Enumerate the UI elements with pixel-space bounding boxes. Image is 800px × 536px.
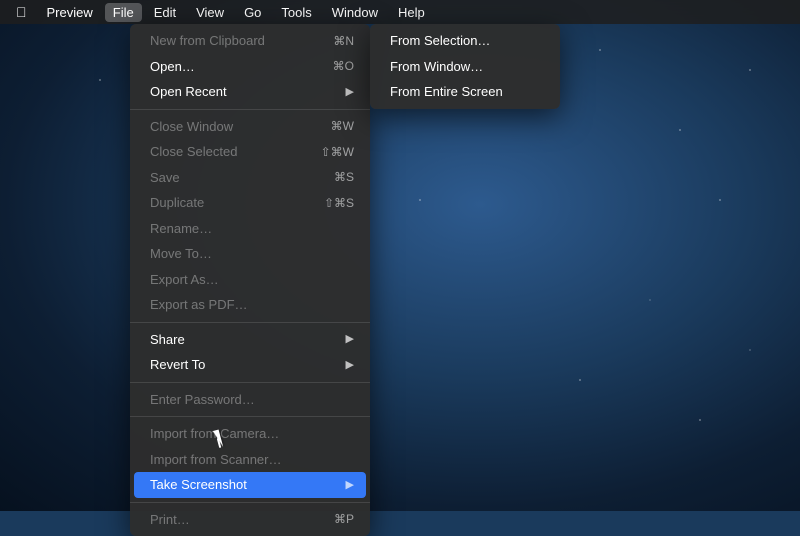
desktop:  Preview File Edit View Go Tools Window… (0, 0, 800, 511)
menu-item-label: Open Recent (150, 82, 227, 102)
menu-item-label: Share (150, 330, 185, 350)
menubar-file[interactable]: File (105, 3, 142, 22)
menu-item-label: Close Window (150, 117, 233, 137)
apple-menu[interactable]:  (8, 4, 35, 20)
menu-item-label: Move To… (150, 244, 212, 264)
menu-item-import-scanner[interactable]: Import from Scanner… (130, 447, 370, 473)
menu-item-label: Rename… (150, 219, 212, 239)
menubar-preview[interactable]: Preview (39, 3, 101, 22)
menu-item-label: Enter Password… (150, 390, 255, 410)
menu-item-label: Open… (150, 57, 195, 77)
menu-item-label: Import from Scanner… (150, 450, 282, 470)
menu-item-print[interactable]: Print… ⌘P (130, 507, 370, 533)
menu-item-revert-to[interactable]: Revert To ▶ (130, 352, 370, 378)
menu-item-open[interactable]: Open… ⌘O (130, 54, 370, 80)
separator-3 (130, 382, 370, 383)
separator-2 (130, 322, 370, 323)
menu-item-export-as[interactable]: Export As… (130, 267, 370, 293)
menu-item-label: Export as PDF… (150, 295, 248, 315)
submenu-item-label: From Selection… (390, 31, 490, 51)
menu-item-new-from-clipboard[interactable]: New from Clipboard ⌘N (130, 28, 370, 54)
menu-item-label: Print… (150, 510, 190, 530)
menu-item-shortcut: ⌘S (334, 168, 354, 186)
menu-item-label: Duplicate (150, 193, 204, 213)
menu-item-close-selected[interactable]: Close Selected ⇧⌘W (130, 139, 370, 165)
menu-item-close-window[interactable]: Close Window ⌘W (130, 114, 370, 140)
menubar:  Preview File Edit View Go Tools Window… (0, 0, 800, 24)
menu-item-shortcut: ⇧⌘W (321, 143, 354, 161)
menu-item-shortcut: ⌘O (333, 57, 354, 75)
menu-item-open-recent[interactable]: Open Recent ▶ (130, 79, 370, 105)
menu-item-label: Save (150, 168, 180, 188)
menu-item-label: Export As… (150, 270, 219, 290)
arrow-icon: ▶ (346, 477, 354, 494)
submenu-item-label: From Entire Screen (390, 82, 503, 102)
menubar-window[interactable]: Window (324, 3, 386, 22)
arrow-icon: ▶ (346, 84, 354, 101)
menu-item-share[interactable]: Share ▶ (130, 327, 370, 353)
menubar-help[interactable]: Help (390, 3, 433, 22)
menubar-edit[interactable]: Edit (146, 3, 184, 22)
arrow-icon: ▶ (346, 357, 354, 374)
separator-1 (130, 109, 370, 110)
menu-item-duplicate[interactable]: Duplicate ⇧⌘S (130, 190, 370, 216)
menu-item-label: Revert To (150, 355, 205, 375)
submenu-item-label: From Window… (390, 57, 483, 77)
menu-item-shortcut: ⌘P (334, 510, 354, 528)
menubar-tools[interactable]: Tools (273, 3, 319, 22)
menu-item-export-pdf[interactable]: Export as PDF… (130, 292, 370, 318)
menu-item-label: New from Clipboard (150, 31, 265, 51)
menu-item-label: Import from Camera… (150, 424, 279, 444)
menu-item-label: Take Screenshot (150, 475, 247, 495)
menu-item-save[interactable]: Save ⌘S (130, 165, 370, 191)
screenshot-submenu: From Selection… From Window… From Entire… (370, 24, 560, 109)
submenu-item-from-selection[interactable]: From Selection… (370, 28, 560, 54)
submenu-item-from-window[interactable]: From Window… (370, 54, 560, 80)
menu-item-shortcut: ⇧⌘S (324, 194, 354, 212)
separator-5 (130, 502, 370, 503)
menu-item-shortcut: ⌘N (333, 32, 354, 50)
menu-item-enter-password[interactable]: Enter Password… (130, 387, 370, 413)
menu-item-take-screenshot[interactable]: Take Screenshot ▶ (134, 472, 366, 498)
menu-item-import-camera[interactable]: Import from Camera… (130, 421, 370, 447)
menubar-view[interactable]: View (188, 3, 232, 22)
separator-4 (130, 416, 370, 417)
submenu-item-from-entire-screen[interactable]: From Entire Screen (370, 79, 560, 105)
menubar-go[interactable]: Go (236, 3, 269, 22)
file-menu: New from Clipboard ⌘N Open… ⌘O Open Rece… (130, 24, 370, 536)
menu-item-shortcut: ⌘W (331, 117, 354, 135)
arrow-icon: ▶ (346, 331, 354, 348)
menu-item-rename[interactable]: Rename… (130, 216, 370, 242)
menu-item-label: Close Selected (150, 142, 237, 162)
menu-item-move-to[interactable]: Move To… (130, 241, 370, 267)
